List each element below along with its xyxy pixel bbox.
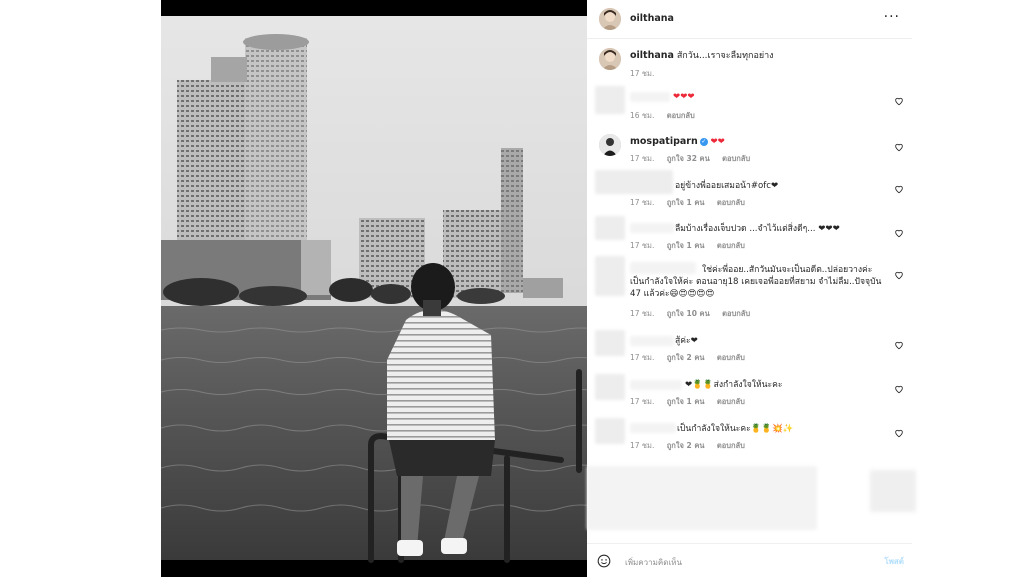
avatar[interactable] [599,8,621,30]
reply-button[interactable]: ตอบกลับ [722,309,750,318]
more-horizontal-icon[interactable]: ··· [884,9,900,25]
reply-button[interactable]: ตอบกลับ [722,154,750,163]
post-photo[interactable] [161,0,587,577]
comment-time: 17 ชม. [630,441,655,450]
likes-count[interactable]: ถูกใจ 32 คน [667,154,710,163]
comment-meta: 17 ชม. ถูกใจ 32 คน ตอบกลับ [630,153,760,165]
comment-time: 17 ชม. [630,353,655,362]
blurred-avatar [595,256,625,296]
caption-username[interactable]: oilthana [630,50,674,61]
comment-meta: 17 ชม. ถูกใจ 1 คน ตอบกลับ [630,240,755,252]
heart-icon[interactable] [894,184,904,194]
comment-text: อยู่ข้างพี่ออยเสมอน้า#ofc❤ [675,181,779,191]
comment-text: สู้ค่ะ❤ [675,336,698,346]
reply-button[interactable]: ตอบกลับ [717,198,745,207]
post-header: oilthana ··· [587,0,912,39]
heart-icon[interactable] [894,384,904,394]
blurred-avatar [595,216,625,240]
heart-icon[interactable] [894,340,904,350]
reply-button[interactable]: ตอบกลับ [717,441,745,450]
comment-composer: โพสต์ [587,543,912,578]
blurred-avatar [595,374,625,400]
smiley-icon[interactable] [597,554,611,568]
comment-meta: 16 ชม. ตอบกลับ [630,110,705,122]
blurred-avatar [595,330,625,356]
comment-time: 17 ชม. [630,309,655,318]
comment-meta: 17 ชม. ถูกใจ 1 คน ตอบกลับ [630,197,755,209]
heart-icon[interactable] [894,228,904,238]
likes-count[interactable]: ถูกใจ 1 คน [667,241,705,250]
commenter-avatar[interactable] [599,134,621,156]
heart-icon[interactable] [894,96,904,106]
caption-time: 17 ชม. [630,69,655,78]
commenter-username[interactable]: mospatiparn [630,136,698,147]
likes-count[interactable]: ถูกใจ 1 คน [667,397,705,406]
blurred-username [630,92,670,102]
heart-icon[interactable] [894,428,904,438]
likes-count[interactable]: ถูกใจ 2 คน [667,353,705,362]
comment-time: 17 ชม. [630,397,655,406]
reply-button[interactable]: ตอบกลับ [717,241,745,250]
blurred-username [630,380,682,390]
comment-meta: 17 ชม. ถูกใจ 2 คน ตอบกลับ [630,352,755,364]
blurred-username [630,336,674,346]
blurred-avatar [595,86,625,114]
reply-button[interactable]: ตอบกลับ [717,397,745,406]
reply-button[interactable]: ตอบกลับ [717,353,745,362]
heart-icon[interactable] [894,270,904,280]
caption: oilthana สักวัน...เราจะลืมทุกอย่าง [630,49,900,63]
blurred-username [630,423,676,433]
comment-text: ลืมบ้างเรื่องเจ็บปวด ...จำไว้แต่สิ่งดีๆ.… [675,224,840,234]
comment-text: ใช่ค่ะพี่ออย..สักวันมันจะเป็นอดีต..ปล่อย… [630,265,882,299]
caption-avatar[interactable] [599,48,621,70]
likes-count[interactable]: ถูกใจ 2 คน [667,441,705,450]
comment-input[interactable] [623,553,867,571]
comment-time: 16 ชม. [630,111,655,120]
likes-count[interactable]: ถูกใจ 10 คน [667,309,710,318]
comment-meta: 17 ชม. ถูกใจ 2 คน ตอบกลับ [630,440,755,452]
header-username[interactable]: oilthana [630,13,674,24]
verified-badge-icon: ✓ [699,137,708,146]
comment-text: เป็นกำลังใจให้นะคะ🍍🍍💥✨ [677,424,794,434]
comment-time: 17 ชม. [630,198,655,207]
comment-time: 17 ชม. [630,154,655,163]
comment-text-line: mospatiparn ✓ ❤❤ [630,136,880,148]
blurred-region [870,470,916,512]
blurred-username [630,223,674,233]
post-comment-button[interactable]: โพสต์ [884,555,904,568]
comment-time: 17 ชม. [630,241,655,250]
comment-meta: 17 ชม. ถูกใจ 1 คน ตอบกลับ [630,396,755,408]
comments-panel: oilthana ··· oilthana สักวัน...เราจะลืมท… [587,0,912,577]
blurred-region [587,466,817,530]
blurred-username [595,170,673,194]
likes-count[interactable]: ถูกใจ 1 คน [667,198,705,207]
comment-meta: 17 ชม. ถูกใจ 10 คน ตอบกลับ [630,308,760,320]
heart-icon[interactable] [894,142,904,152]
reply-button[interactable]: ตอบกลับ [667,111,695,120]
blurred-avatar [595,418,625,444]
caption-text: สักวัน...เราจะลืมทุกอย่าง [676,51,774,61]
comment-text: ❤❤ [710,137,725,147]
comment-text: ❤❤❤ [673,92,695,102]
